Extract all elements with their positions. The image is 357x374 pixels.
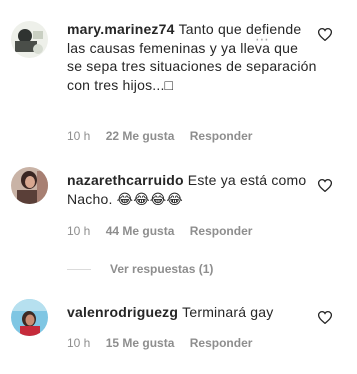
comment-text: nazarethcarruido Este ya está como Nacho.… [67, 171, 317, 208]
avatar[interactable] [11, 21, 48, 58]
comment-likes[interactable]: 44 Me gusta [106, 224, 175, 238]
view-replies-label: Ver respuestas (1) [110, 262, 214, 276]
comment-text: mary.marinez74 Tanto que defiende las cau… [67, 20, 317, 94]
view-replies-button[interactable]: Ver respuestas (1) [67, 262, 213, 276]
heart-outline-icon[interactable] [318, 28, 332, 41]
comment-time: 10 h [67, 336, 91, 350]
reply-button[interactable]: Responder [190, 336, 253, 350]
comment-username[interactable]: nazarethcarruido [67, 172, 184, 188]
comment-text: valenrodriguezg Terminará gay [67, 303, 317, 322]
comment-likes[interactable]: 22 Me gusta [106, 129, 175, 143]
comment-time: 10 h [67, 129, 91, 143]
comment-meta: 10 h 44 Me gusta Responder [67, 224, 252, 238]
heart-outline-icon[interactable] [318, 179, 332, 192]
avatar[interactable] [11, 167, 48, 204]
comment-meta: 10 h 15 Me gusta Responder [67, 336, 252, 350]
divider-line [67, 268, 91, 270]
more-options-icon[interactable]: ⋯ [255, 31, 271, 48]
comment-username[interactable]: mary.marinez74 [67, 21, 175, 37]
reply-button[interactable]: Responder [190, 129, 253, 143]
comment-body: Terminará gay [182, 304, 274, 320]
comment-username[interactable]: valenrodriguezg [67, 304, 178, 320]
comment-likes[interactable]: 15 Me gusta [106, 336, 175, 350]
reply-button[interactable]: Responder [190, 224, 253, 238]
heart-outline-icon[interactable] [318, 311, 332, 324]
comment-time: 10 h [67, 224, 91, 238]
avatar[interactable] [11, 299, 48, 336]
comment-meta: 10 h 22 Me gusta Responder [67, 129, 252, 143]
